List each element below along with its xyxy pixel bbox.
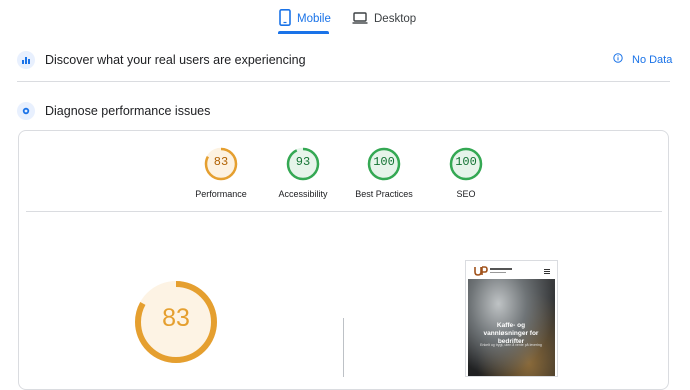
gauge-label-seo: SEO <box>456 189 476 199</box>
no-data-label: No Data <box>632 53 673 66</box>
gauge-label-best-practices: Best Practices <box>355 189 413 199</box>
gauge-score: 100 <box>455 155 477 169</box>
gauge-best-practices[interactable]: 100 <box>367 147 401 181</box>
tab-desktop[interactable]: Desktop <box>352 8 416 30</box>
site-logo <box>474 266 488 276</box>
gauge-seo[interactable]: 100 <box>449 147 483 181</box>
vertical-divider <box>343 318 344 377</box>
lab-flask-icon <box>17 102 35 120</box>
gauge-score: 83 <box>213 155 229 169</box>
active-tab-indicator <box>278 31 329 34</box>
lab-data-section-header[interactable] <box>17 102 35 120</box>
tab-mobile-label: Mobile <box>297 13 331 25</box>
gauge-accessibility[interactable]: 93 <box>286 147 320 181</box>
card-divider <box>26 211 662 212</box>
field-data-section-header[interactable] <box>17 51 35 69</box>
hamburger-menu-icon <box>544 269 550 270</box>
tab-mobile[interactable]: Mobile <box>279 8 331 30</box>
info-icon <box>613 53 623 66</box>
main-performance-score: 83 <box>162 304 190 332</box>
page-screenshot-preview: Kaffe- og vannløsninger for bedrifter En… <box>465 260 558 377</box>
users-chart-icon <box>17 51 35 69</box>
gauge-score: 93 <box>295 155 311 169</box>
tab-desktop-label: Desktop <box>374 13 417 25</box>
field-data-title: Discover what your real users are experi… <box>45 53 306 67</box>
no-data-indicator[interactable]: No Data <box>613 53 672 66</box>
laptop-icon <box>352 11 368 27</box>
smartphone-icon <box>279 9 291 29</box>
gauge-label-accessibility: Accessibility <box>278 189 328 199</box>
site-logo-wordmark <box>490 268 512 270</box>
hero-subline: Enkelt og trygt, uten å vente på leverin… <box>480 343 542 347</box>
gauge-label-performance: Performance <box>195 189 247 199</box>
site-logo-tagline <box>490 272 506 273</box>
gauge-performance[interactable]: 83 <box>204 147 238 181</box>
lab-data-title: Diagnose performance issues <box>45 104 211 118</box>
section-divider <box>17 81 670 82</box>
gauge-score: 100 <box>373 155 395 169</box>
